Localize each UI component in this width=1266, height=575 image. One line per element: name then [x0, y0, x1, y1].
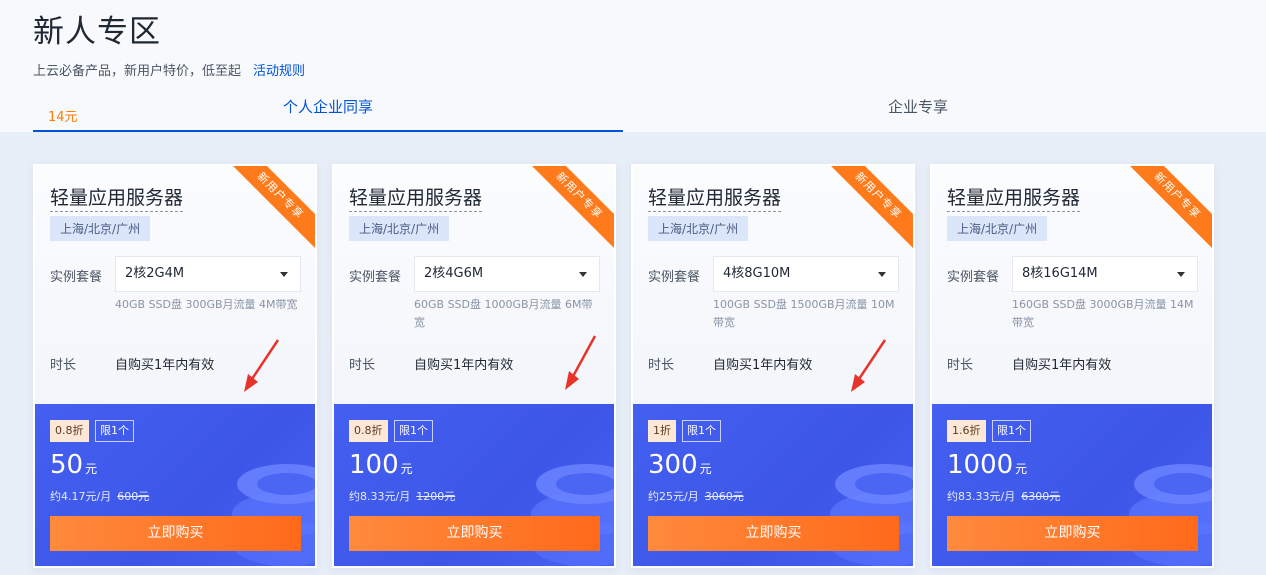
price-panel: 1.6折 限1个 1000 元 约83.33元/月 6300元 立即购买	[932, 404, 1212, 566]
new-user-ribbon: 新用户专享	[1122, 166, 1212, 251]
chevron-down-icon	[1177, 272, 1185, 277]
duration-label: 时长	[648, 358, 675, 373]
duration-value: 自购买1年内有效	[1012, 358, 1112, 373]
price-unit: 元	[1015, 462, 1028, 476]
spec-description: 160GB SSD盘 3000GB月流量 14M带宽	[1012, 298, 1194, 329]
page-header: 新人专区 上云必备产品，新用户特价，低至 14元起活动规则 个人企业同享 企业专享	[0, 0, 1266, 132]
product-name[interactable]: 轻量应用服务器	[50, 183, 184, 212]
monthly-price: 约4.17元/月 600元	[50, 488, 149, 504]
red-arrow-icon	[565, 335, 597, 390]
red-arrow-icon	[244, 339, 280, 392]
spec-label: 实例套餐	[947, 270, 1000, 285]
limit-badge: 限1个	[992, 420, 1031, 442]
region-tag: 上海/北京/广州	[947, 216, 1048, 241]
spec-label: 实例套餐	[50, 270, 103, 285]
spec-select[interactable]: 4核8G10M	[713, 256, 899, 292]
buy-now-button[interactable]: 立即购买	[349, 516, 600, 551]
product-name[interactable]: 轻量应用服务器	[947, 183, 1081, 212]
region-tag: 上海/北京/广州	[349, 216, 450, 241]
discount-badge: 0.8折	[349, 420, 388, 442]
monthly-price-value: 约4.17元/月	[50, 490, 112, 503]
spec-label: 实例套餐	[349, 270, 402, 285]
original-price: 3060元	[704, 490, 744, 503]
duration-label: 时长	[947, 358, 974, 373]
spec-label: 实例套餐	[648, 270, 701, 285]
product-card: 新用户专享 轻量应用服务器 上海/北京/广州 实例套餐 2核4G6M 60GB …	[332, 164, 616, 568]
discount-badge: 1折	[648, 420, 676, 442]
tab-personal-enterprise[interactable]: 个人企业同享	[33, 90, 623, 132]
subtitle-text: 上云必备产品，新用户特价，低至	[33, 64, 229, 79]
limit-badge: 限1个	[682, 420, 721, 442]
buy-now-button[interactable]: 立即购买	[947, 516, 1198, 551]
spec-select[interactable]: 2核2G4M	[115, 256, 301, 292]
original-price: 6300元	[1021, 490, 1061, 503]
spec-select-value: 4核8G10M	[723, 266, 791, 281]
price-amount: 300	[648, 450, 698, 480]
price-panel: 0.8折 限1个 50 元 约4.17元/月 600元 立即购买	[35, 404, 315, 566]
original-price: 1200元	[416, 490, 456, 503]
limit-badge: 限1个	[394, 420, 433, 442]
limit-badge: 限1个	[95, 420, 134, 442]
monthly-price: 约83.33元/月 6300元	[947, 488, 1060, 504]
new-user-ribbon: 新用户专享	[225, 166, 315, 251]
red-arrow-icon	[851, 339, 887, 392]
product-name[interactable]: 轻量应用服务器	[648, 183, 782, 212]
spec-select-value: 8核16G14M	[1022, 266, 1098, 281]
price-panel: 0.8折 限1个 100 元 约8.33元/月 1200元 立即购买	[334, 404, 614, 566]
chevron-down-icon	[280, 272, 288, 277]
product-card: 新用户专享 轻量应用服务器 上海/北京/广州 实例套餐 2核2G4M 40GB …	[33, 164, 317, 568]
new-user-ribbon: 新用户专享	[524, 166, 614, 251]
region-tag: 上海/北京/广州	[648, 216, 749, 241]
price-amount: 1000	[947, 450, 1014, 480]
buy-now-button[interactable]: 立即购买	[648, 516, 899, 551]
spec-description: 40GB SSD盘 300GB月流量 4M带宽	[115, 298, 298, 311]
product-card: 新用户专享 轻量应用服务器 上海/北京/广州 实例套餐 8核16G14M 160…	[930, 164, 1214, 568]
monthly-price-value: 约83.33元/月	[947, 490, 1016, 503]
chevron-down-icon	[878, 272, 886, 277]
subtitle: 上云必备产品，新用户特价，低至 14元起活动规则	[33, 60, 305, 125]
discount-badge: 1.6折	[947, 420, 986, 442]
price: 50 元	[50, 450, 97, 480]
price-unit: 元	[699, 462, 712, 476]
region-tag: 上海/北京/广州	[50, 216, 151, 241]
duration-value: 自购买1年内有效	[713, 358, 813, 373]
price-amount: 100	[349, 450, 399, 480]
tab-bar: 个人企业同享 企业专享	[33, 90, 1213, 132]
tab-enterprise-only[interactable]: 企业专享	[623, 90, 1213, 132]
chevron-down-icon	[579, 272, 587, 277]
spec-select-value: 2核2G4M	[125, 266, 185, 281]
new-user-ribbon: 新用户专享	[823, 166, 913, 251]
duration-value: 自购买1年内有效	[414, 358, 514, 373]
price: 100 元	[349, 450, 413, 480]
buy-now-button[interactable]: 立即购买	[50, 516, 301, 551]
spec-description: 100GB SSD盘 1500GB月流量 10M带宽	[713, 298, 895, 329]
activity-rules-link[interactable]: 活动规则	[253, 64, 305, 79]
duration-label: 时长	[50, 358, 77, 373]
discount-badge: 0.8折	[50, 420, 89, 442]
duration-value: 自购买1年内有效	[115, 358, 215, 373]
spec-select[interactable]: 2核4G6M	[414, 256, 600, 292]
price: 300 元	[648, 450, 712, 480]
subtitle-suffix: 起	[228, 64, 242, 79]
product-name[interactable]: 轻量应用服务器	[349, 183, 483, 212]
duration-label: 时长	[349, 358, 376, 373]
monthly-price-value: 约8.33元/月	[349, 490, 411, 503]
product-card: 新用户专享 轻量应用服务器 上海/北京/广州 实例套餐 4核8G10M 100G…	[631, 164, 915, 568]
spec-select-value: 2核4G6M	[424, 266, 484, 281]
monthly-price-value: 约25元/月	[648, 490, 699, 503]
monthly-price: 约8.33元/月 1200元	[349, 488, 455, 504]
price-panel: 1折 限1个 300 元 约25元/月 3060元 立即购买	[633, 404, 913, 566]
price-unit: 元	[400, 462, 413, 476]
spec-description: 60GB SSD盘 1000GB月流量 6M带宽	[414, 298, 593, 329]
price-amount: 50	[50, 450, 84, 480]
monthly-price: 约25元/月 3060元	[648, 488, 744, 504]
page-title: 新人专区	[33, 14, 161, 50]
original-price: 600元	[117, 490, 150, 503]
price: 1000 元	[947, 450, 1027, 480]
spec-select[interactable]: 8核16G14M	[1012, 256, 1198, 292]
price-unit: 元	[85, 462, 98, 476]
